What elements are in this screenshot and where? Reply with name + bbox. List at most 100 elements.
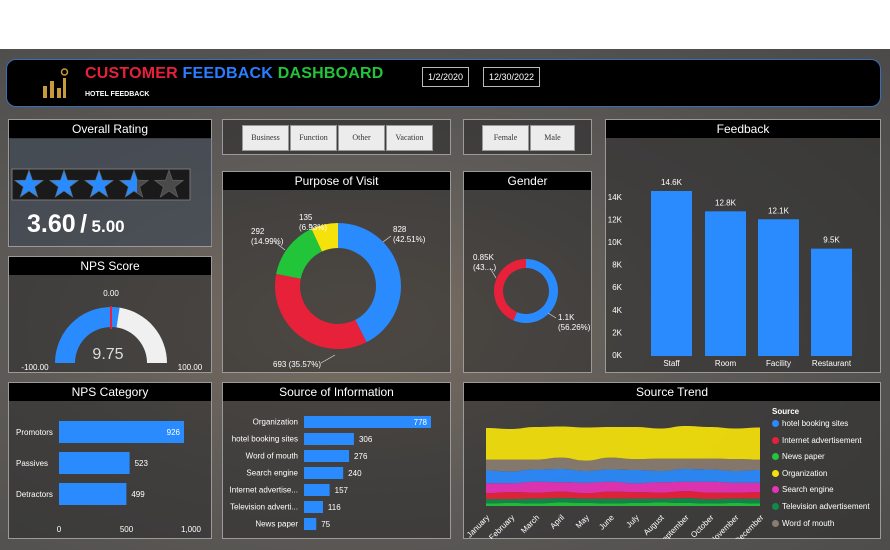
- feedback-bar[interactable]: [758, 219, 799, 356]
- rating-score: 3.60: [27, 210, 76, 238]
- trend-month-label: June: [597, 513, 616, 532]
- trend-area-hotel-booking-sites[interactable]: [486, 468, 760, 484]
- feedback-y-tick: 2K: [612, 328, 622, 337]
- nps-category-label: Promotors: [16, 428, 53, 437]
- trend-area-organization[interactable]: [486, 426, 760, 461]
- date-end-input[interactable]: 12/30/2022: [483, 67, 541, 87]
- legend-item[interactable]: Organization: [772, 469, 827, 478]
- gauge-min-label: -100.00: [21, 363, 49, 372]
- source-info-bar[interactable]: [304, 518, 317, 530]
- feedback-y-tick: 10K: [608, 238, 623, 247]
- feedback-bar-value: 12.8K: [715, 198, 737, 207]
- slicer-business-button[interactable]: Business: [242, 125, 289, 151]
- rating-stars: [11, 168, 191, 201]
- nps-category-tick: 0: [57, 525, 62, 534]
- source-info-bar[interactable]: [304, 416, 431, 428]
- purpose-slice[interactable]: [275, 273, 367, 350]
- date-start-input[interactable]: 1/2/2020: [422, 67, 470, 87]
- nps-category-value: 926: [167, 428, 181, 437]
- gender-leader-line: [547, 312, 557, 319]
- nps-category-bar[interactable]: [59, 421, 185, 443]
- feedback-bar-value: 12.1K: [768, 206, 790, 215]
- feedback-x-label: Room: [715, 359, 737, 368]
- feedback-y-tick: 0K: [612, 351, 622, 360]
- gender-slice-label: 0.85K: [473, 253, 495, 262]
- feedback-bar[interactable]: [811, 248, 852, 356]
- source-info-bar[interactable]: [304, 450, 350, 462]
- trend-area-search-engine[interactable]: [486, 481, 760, 494]
- source-info-label: hotel booking sites: [232, 435, 298, 444]
- nps-category-label: Passives: [16, 459, 48, 468]
- rating-value: 3.60 / 5.00: [27, 210, 125, 239]
- nps-category-tick: 500: [120, 525, 134, 534]
- source-info-label: Internet advertise...: [230, 486, 298, 495]
- purpose-of-visit-panel: Purpose of Visit 828 (42.51%) 693 (35.57%)…: [222, 171, 451, 373]
- source-info-label: Organization: [253, 418, 298, 427]
- title-feedback: FEEDBACK: [182, 65, 274, 82]
- slicer-function-button[interactable]: Function: [290, 125, 337, 151]
- overall-rating-title: Overall Rating: [9, 120, 211, 138]
- gender-slice[interactable]: [494, 259, 526, 321]
- source-info-bar[interactable]: [304, 433, 354, 445]
- source-info-value: 778: [414, 418, 428, 427]
- feedback-y-tick: 6K: [612, 283, 622, 292]
- legend-title: Source: [772, 407, 800, 416]
- trend-area-word-of-mouth[interactable]: [486, 457, 760, 472]
- feedback-bar-value: 14.6K: [661, 178, 683, 187]
- nps-category-title: NPS Category: [9, 383, 211, 401]
- rating-slash: /: [80, 210, 88, 238]
- purpose-of-visit-title: Purpose of Visit: [223, 172, 450, 190]
- source-info-value: 276: [354, 452, 368, 461]
- source-info-bar[interactable]: [304, 501, 323, 513]
- feedback-y-tick: 12K: [608, 215, 623, 224]
- legend-item[interactable]: Word of mouth: [772, 519, 834, 528]
- source-info-label: Television adverti...: [230, 503, 298, 512]
- legend-label: Organization: [782, 468, 828, 478]
- gauge-max-label: 100.00: [178, 363, 203, 372]
- nps-score-panel: NPS Score 0.00 9.75 -100.00 100.00: [8, 256, 212, 373]
- legend-dot-icon: [772, 503, 779, 510]
- source-info-bar[interactable]: [304, 467, 344, 479]
- slicer-female-button[interactable]: Female: [482, 125, 529, 151]
- trend-month-label: July: [624, 513, 640, 529]
- purpose-slice-label: 693 (35.57%): [273, 360, 321, 369]
- feedback-bar[interactable]: [651, 191, 692, 356]
- purpose-slice-label: 135: [299, 213, 313, 222]
- source-info-value: 75: [321, 520, 330, 529]
- title-dashboard: DASHBOARD: [277, 65, 384, 82]
- legend-label: Search engine: [782, 485, 834, 495]
- page-title: CUSTOMER FEEDBACK DASHBOARD: [85, 65, 384, 83]
- gauge-value: 9.75: [92, 346, 123, 363]
- slicer-male-button[interactable]: Male: [530, 125, 575, 151]
- slicer-vacation-button[interactable]: Vacation: [386, 125, 433, 151]
- source-info-label: Word of mouth: [246, 452, 298, 461]
- nps-category-bar[interactable]: [59, 483, 127, 505]
- feedback-bar[interactable]: [705, 211, 746, 356]
- trend-month-label: February: [487, 513, 516, 539]
- legend-item[interactable]: hotel booking sites: [772, 419, 848, 428]
- source-of-information-title: Source of Information: [223, 383, 450, 401]
- source-of-information-panel: Source of Information Organization 778 hot…: [222, 382, 451, 539]
- title-customer: CUSTOMER: [85, 65, 178, 82]
- nps-category-value: 523: [135, 459, 149, 468]
- trend-month-label: March: [519, 513, 541, 535]
- legend-dot-icon: [772, 420, 779, 427]
- gender-slicer: Female Male: [463, 119, 592, 155]
- legend-dot-icon: [772, 436, 779, 444]
- legend-item[interactable]: Television advertisement: [772, 502, 870, 511]
- slicer-other-button[interactable]: Other: [338, 125, 385, 151]
- source-info-value: 306: [359, 435, 373, 444]
- nps-category-tick: 1,000: [181, 525, 202, 534]
- purpose-slicer: Business Function Other Vacation: [222, 119, 451, 155]
- feedback-x-label: Restaurant: [812, 359, 852, 368]
- legend-item[interactable]: News paper: [772, 452, 825, 461]
- source-info-bar[interactable]: [304, 484, 330, 496]
- legend-item[interactable]: Internet advertisement: [772, 436, 862, 445]
- legend-item[interactable]: Search engine: [772, 485, 834, 494]
- nps-category-bar[interactable]: [59, 452, 130, 474]
- feedback-bar-chart: 0K 2K 4K 6K 8K 10K 12K 14K 14.6K Staff 12.8K Room 12…: [608, 178, 852, 368]
- source-info-value: 116: [328, 503, 341, 512]
- purpose-slice-percent: (6.93%): [299, 223, 327, 232]
- legend-dot-icon: [772, 469, 779, 477]
- trend-month-label: May: [574, 513, 591, 530]
